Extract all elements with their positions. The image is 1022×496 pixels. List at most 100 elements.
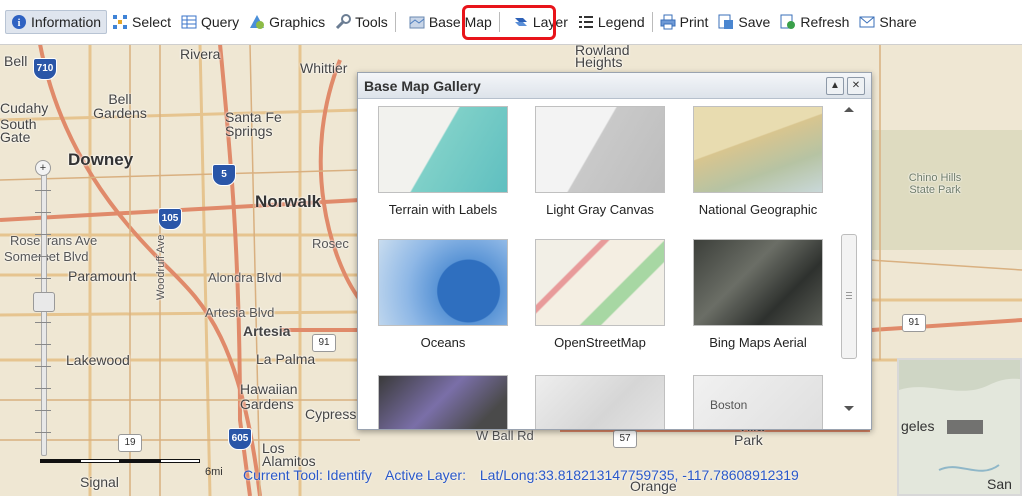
map-label: Alondra Blvd: [208, 270, 282, 285]
base-map-gallery-panel: Base Map Gallery ▲ ✕ Terrain with Labels…: [357, 72, 872, 430]
lat-long-text: Lat/Long:33.818213147759735, -117.786089…: [479, 467, 799, 483]
toolbar-label: Query: [200, 14, 240, 30]
map-label: Rosec: [312, 236, 349, 251]
wrench-icon: [335, 14, 352, 30]
map-label: Cypress: [305, 406, 357, 422]
gallery-header: Base Map Gallery ▲ ✕: [358, 73, 871, 99]
query-button[interactable]: Query: [176, 10, 244, 34]
map-label: Bell: [4, 53, 28, 69]
tools-button[interactable]: Tools: [330, 10, 393, 34]
information-button[interactable]: i Information: [5, 10, 108, 34]
toolbar-label: Share: [879, 14, 917, 30]
print-button[interactable]: Print: [655, 10, 714, 34]
graphics-button[interactable]: Graphics: [244, 10, 330, 34]
scroll-grip: [846, 292, 852, 293]
scroll-up-arrow[interactable]: [844, 107, 854, 112]
map-label: South Gate: [0, 116, 37, 145]
collapse-button[interactable]: ▲: [826, 76, 844, 95]
save-button[interactable]: Save: [713, 10, 775, 34]
basemap-tile-oceans[interactable]: Oceans: [373, 239, 513, 350]
active-layer-text: Active Layer:: [385, 467, 466, 483]
current-tool-text: Current Tool: Identify: [243, 467, 372, 483]
toolbar-label: Graphics: [269, 14, 326, 30]
svg-text:i: i: [18, 18, 21, 29]
zoom-slider[interactable]: +: [33, 160, 55, 460]
basemap-icon: [409, 14, 425, 30]
scroll-down-arrow[interactable]: [844, 406, 854, 411]
toolbar-separator: [498, 12, 500, 32]
printer-icon: [660, 14, 676, 30]
route-shield: 91: [312, 334, 336, 352]
overview-label: geles: [901, 418, 935, 434]
refresh-button[interactable]: Refresh: [775, 10, 854, 34]
basemap-tile-boston[interactable]: Boston: [688, 375, 828, 429]
map-label: Rowland Heights: [575, 42, 630, 70]
refresh-icon: [780, 14, 796, 30]
base-map-button[interactable]: Base Map: [404, 10, 497, 34]
map-label: La Palma: [256, 351, 316, 367]
map-label: Norwalk: [255, 192, 322, 211]
info-icon: i: [11, 14, 27, 30]
map-label: Bell Gardens: [93, 91, 147, 121]
zoom-tick: [35, 432, 51, 433]
route-shield: 19: [118, 434, 142, 452]
basemap-name: OpenStreetMap: [554, 335, 646, 350]
route-shield: 710: [33, 58, 57, 80]
scale-segment: [40, 459, 80, 463]
toolbar-label: Legend: [597, 14, 645, 30]
graphics-icon: [249, 14, 265, 30]
basemap-tile-openstreetmap[interactable]: OpenStreetMap: [530, 239, 670, 350]
zoom-tick: [35, 278, 51, 279]
map-label: Chino Hills State Park: [908, 172, 962, 196]
map-label: Cudahy: [0, 100, 49, 116]
zoom-in-button[interactable]: +: [35, 160, 51, 176]
share-button[interactable]: Share: [854, 10, 921, 34]
scroll-thumb[interactable]: [841, 234, 857, 359]
overview-map[interactable]: geles San: [897, 358, 1022, 496]
map-label: W Ball Rd: [476, 428, 534, 443]
gallery-title: Base Map Gallery: [364, 77, 481, 94]
basemap-tile-light-gray[interactable]: Light Gray Canvas: [530, 106, 670, 217]
map-label: Park: [734, 432, 763, 448]
select-button[interactable]: Select: [107, 10, 176, 34]
zoom-slider-handle[interactable]: [33, 292, 55, 312]
basemap-thumbnail: [378, 375, 508, 429]
map-label: Lakewood: [66, 352, 130, 368]
map-label: Signal: [80, 474, 119, 490]
route-shield: 57: [613, 430, 637, 448]
toolbar-label: Save: [738, 14, 771, 30]
basemap-name: Light Gray Canvas: [546, 202, 654, 217]
save-icon: [718, 14, 734, 30]
legend-button[interactable]: Legend: [573, 10, 650, 34]
basemap-thumbnail: [378, 239, 508, 326]
basemap-tile[interactable]: [530, 375, 670, 429]
basemap-thumb-label: Boston: [710, 398, 748, 412]
toolbar-separator: [651, 12, 653, 32]
gallery-tiles: Terrain with Labels Light Gray Canvas Na…: [358, 99, 838, 429]
route-shield: 605: [228, 428, 252, 450]
basemap-tile-bing-aerial[interactable]: Bing Maps Aerial: [688, 239, 828, 350]
scale-segment: [160, 459, 200, 463]
basemap-tile-national-geographic[interactable]: National Geographic: [688, 106, 828, 217]
toolbar-label: Select: [132, 14, 171, 30]
toolbar-label: Tools: [355, 14, 388, 30]
close-button[interactable]: ✕: [847, 76, 865, 95]
scroll-grip: [846, 298, 852, 299]
basemap-thumbnail: [378, 106, 508, 193]
basemap-name: Terrain with Labels: [388, 202, 498, 217]
map-label: Artesia Blvd: [205, 305, 275, 320]
basemap-name: National Geographic: [698, 202, 818, 217]
basemap-thumbnail: [535, 106, 665, 193]
zoom-tick: [35, 212, 51, 213]
map-label: Hawaiian Gardens: [240, 381, 298, 412]
basemap-tile-terrain[interactable]: Terrain with Labels: [373, 106, 513, 217]
map-label: Santa Fe Springs: [225, 109, 282, 139]
basemap-thumbnail: Boston: [693, 375, 823, 429]
zoom-tick: [35, 388, 51, 389]
layer-button[interactable]: Layer: [508, 10, 573, 34]
basemap-tile[interactable]: [373, 375, 513, 429]
basemap-thumbnail: [693, 239, 823, 326]
route-shield: 5: [212, 164, 236, 186]
gallery-scrollbar[interactable]: [840, 101, 858, 423]
map-label: Rivera: [180, 46, 221, 62]
